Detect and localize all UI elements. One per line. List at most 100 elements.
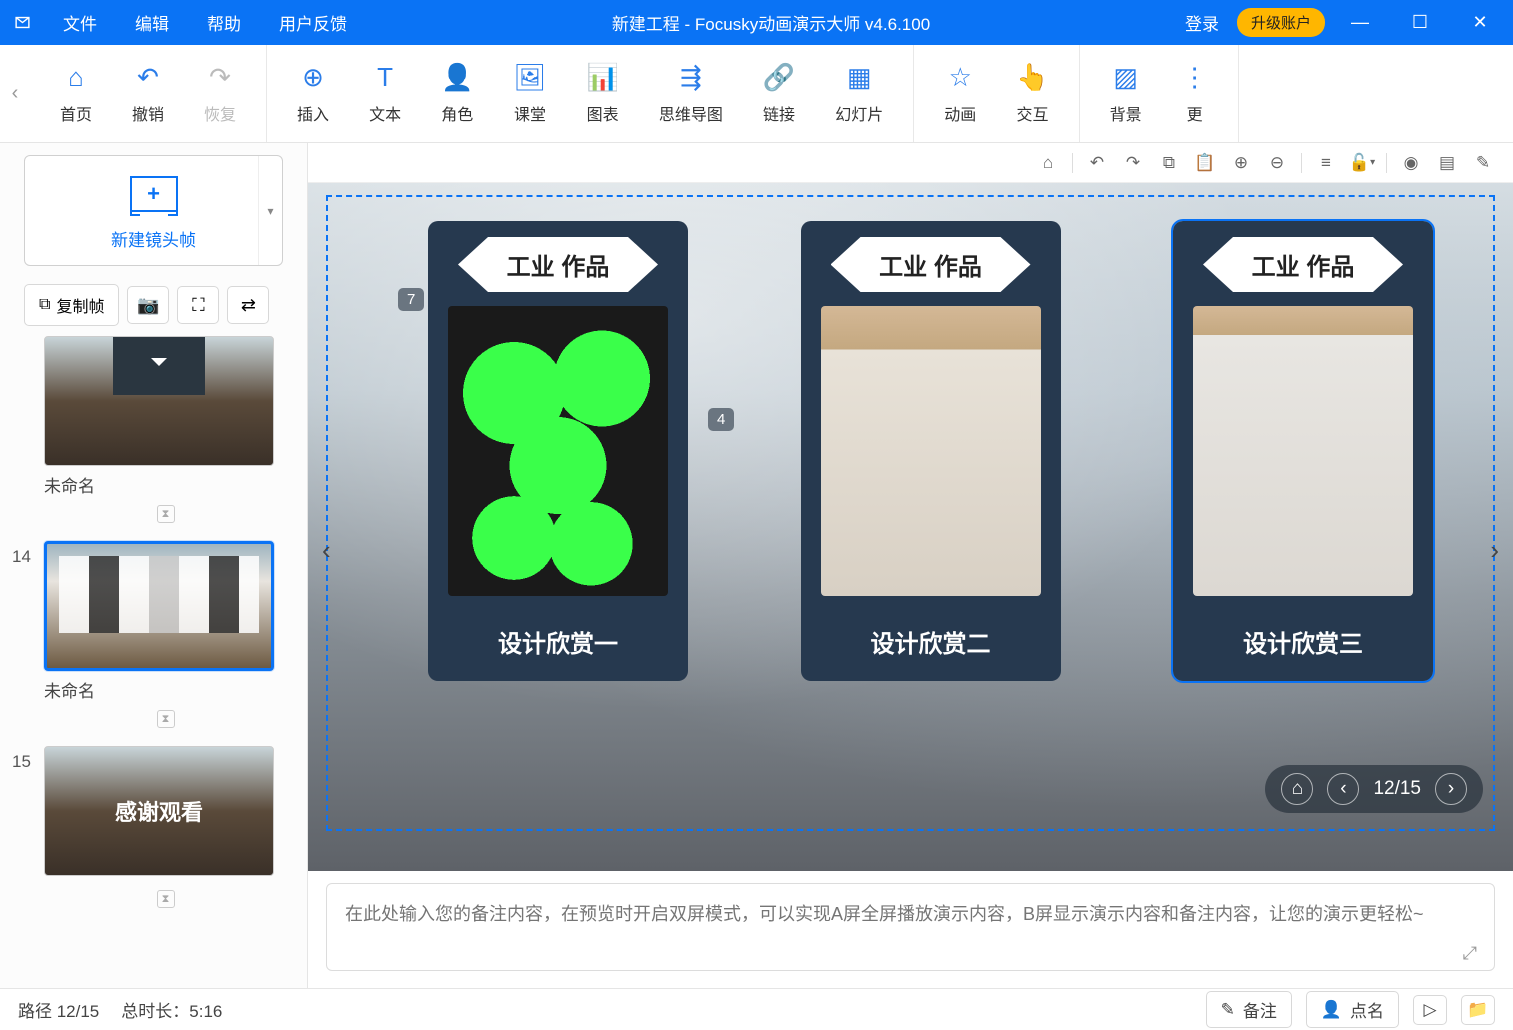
home-icon: ⌂	[68, 63, 84, 93]
scan-button[interactable]: ⛶	[177, 286, 219, 324]
notes-expand-button[interactable]: ⤢	[1463, 943, 1477, 964]
hourglass-icon[interactable]: ⧗	[157, 890, 175, 908]
snapshot-icon: ◉	[1404, 153, 1419, 173]
play-button[interactable]: ▷	[1413, 995, 1447, 1025]
role-icon: 👤	[441, 63, 473, 93]
slide-name: 未命名	[44, 671, 287, 706]
card-caption: 设计欣赏三	[1173, 610, 1433, 681]
home-view-button[interactable]: ⌂	[1032, 149, 1064, 177]
swap-button[interactable]: ⇄	[227, 286, 269, 324]
design-card-2[interactable]: 工业 作品 设计欣赏二	[801, 221, 1061, 681]
menu-edit[interactable]: 编辑	[117, 10, 187, 35]
copy-frame-button[interactable]: ⧉ 复制帧	[24, 284, 119, 326]
copy-icon: ⧉	[1163, 153, 1175, 173]
edit-icon: ✎	[1476, 153, 1490, 173]
menu-file[interactable]: 文件	[45, 10, 115, 35]
main-toolbar: ‹ ⌂首页↶撤销↷恢复⊕插入T文本👤角色🖼课堂📊图表⇶思维导图🔗链接▦幻灯片☆动…	[0, 45, 1513, 143]
interact-icon: 👆	[1016, 63, 1048, 93]
canvas-viewport[interactable]: 7 4 工业 作品 设计欣赏一工业 作品 设计欣赏二工业 作品 设计欣赏三 ‹ …	[308, 183, 1513, 871]
snapshot-button[interactable]: ◉	[1395, 149, 1427, 177]
zoom-in-button[interactable]: ⊕	[1225, 149, 1257, 177]
align-icon: ≡	[1321, 153, 1331, 173]
notes-input[interactable]	[326, 883, 1495, 971]
new-frame-button[interactable]: + 新建镜头帧 ▾	[24, 155, 283, 266]
design-card-3[interactable]: 工业 作品 设计欣赏三	[1173, 221, 1433, 681]
paste-button[interactable]: 📋	[1189, 149, 1221, 177]
tool-home[interactable]: ⌂首页	[40, 63, 112, 125]
slide-thumbnail[interactable]	[44, 336, 274, 466]
minimize-button[interactable]: —	[1335, 0, 1385, 45]
design-card-1[interactable]: 工业 作品 设计欣赏一	[428, 221, 688, 681]
notes-toggle-button[interactable]: ✎ 备注	[1206, 991, 1292, 1028]
status-path: 路径 12/15	[18, 997, 99, 1022]
text-icon: T	[377, 63, 393, 93]
home-icon: ⌂	[1292, 778, 1303, 800]
tool-bg[interactable]: ▨背景	[1090, 63, 1162, 125]
card-title: 工业 作品	[1203, 237, 1403, 292]
tool-label: 更	[1187, 101, 1203, 125]
zoom-out-button[interactable]: ⊖	[1261, 149, 1293, 177]
lock-button[interactable]: 🔓▾	[1346, 149, 1378, 177]
hourglass-icon[interactable]: ⧗	[157, 505, 175, 523]
tool-label: 图表	[587, 101, 619, 125]
canvas-toolbar: ⌂ ↶ ↷ ⧉ 📋 ⊕ ⊖ ≡ 🔓▾ ◉ ▤ ✎	[308, 143, 1513, 183]
tool-slide[interactable]: ▦幻灯片	[815, 63, 903, 125]
tool-label: 文本	[369, 101, 401, 125]
rollcall-button[interactable]: 👤 点名	[1306, 991, 1399, 1028]
rotate-left-button[interactable]: ↶	[1081, 149, 1113, 177]
titlebar: 文件 编辑 帮助 用户反馈 新建工程 - Focusky动画演示大师 v4.6.…	[0, 0, 1513, 45]
bg-icon: ▨	[1113, 63, 1138, 93]
login-link[interactable]: 登录	[1177, 10, 1227, 35]
menu-help[interactable]: 帮助	[189, 10, 259, 35]
window-title: 新建工程 - Focusky动画演示大师 v4.6.100	[365, 10, 1177, 35]
rotate-right-button[interactable]: ↷	[1117, 149, 1149, 177]
tool-role[interactable]: 👤角色	[421, 63, 493, 125]
tool-chart[interactable]: 📊图表	[566, 63, 638, 125]
slides-list[interactable]: 未命名 ⧗ 14 未命名 ⧗ 15 感谢观看 ⧗	[0, 336, 307, 988]
close-button[interactable]: ✕	[1455, 0, 1505, 45]
edit-button[interactable]: ✎	[1467, 149, 1499, 177]
frame-badge-7[interactable]: 7	[398, 288, 424, 311]
nav-next-button[interactable]: ›	[1435, 773, 1467, 805]
anim-icon: ☆	[949, 63, 972, 93]
tool-link[interactable]: 🔗链接	[743, 63, 815, 125]
camera-icon: 📷	[137, 295, 159, 316]
scan-icon: ⛶	[192, 295, 205, 316]
slide-thumbnail[interactable]: 感谢观看	[44, 746, 274, 876]
home-icon: ⌂	[1043, 153, 1053, 173]
copy-icon: ⧉	[39, 296, 50, 314]
slide-thumbnail[interactable]	[44, 541, 274, 671]
card-image	[448, 306, 668, 596]
toolbar-scroll-left[interactable]: ‹	[0, 82, 30, 105]
folder-button[interactable]: 📁	[1461, 995, 1495, 1025]
zoom-out-icon: ⊖	[1270, 153, 1284, 173]
tool-class[interactable]: 🖼课堂	[493, 63, 566, 125]
maximize-button[interactable]: ☐	[1395, 0, 1445, 45]
rollcall-label: 点名	[1350, 997, 1384, 1022]
tool-text[interactable]: T 文本	[349, 63, 421, 125]
upgrade-button[interactable]: 升级账户	[1237, 8, 1325, 37]
layers-button[interactable]: ▤	[1431, 149, 1463, 177]
hourglass-icon[interactable]: ⧗	[157, 710, 175, 728]
copy-button[interactable]: ⧉	[1153, 149, 1185, 177]
menu-feedback[interactable]: 用户反馈	[261, 10, 365, 35]
tool-label: 思维导图	[659, 101, 723, 125]
canvas-prev-arrow[interactable]: ‹	[314, 527, 339, 574]
tool-mindmap[interactable]: ⇶思维导图	[639, 63, 743, 125]
tool-interact[interactable]: 👆交互	[996, 63, 1068, 125]
slide-name	[44, 876, 287, 886]
more-icon: ⋮	[1182, 63, 1208, 93]
canvas-next-arrow[interactable]: ›	[1482, 527, 1507, 574]
tool-undo[interactable]: ↶撤销	[112, 63, 184, 125]
tool-more[interactable]: ⋮更	[1162, 63, 1228, 125]
canvas-nav-bar: ⌂ ‹ 12/15 ›	[1265, 765, 1483, 813]
new-frame-dropdown[interactable]: ▾	[258, 156, 282, 265]
nav-prev-button[interactable]: ‹	[1327, 773, 1359, 805]
align-button[interactable]: ≡	[1310, 149, 1342, 177]
rollcall-icon: 👤	[1321, 1000, 1342, 1020]
camera-button[interactable]: 📷	[127, 286, 169, 324]
tool-plus-circle[interactable]: ⊕插入	[277, 63, 349, 125]
status-duration: 总时长：5:16	[121, 997, 222, 1022]
tool-anim[interactable]: ☆动画	[924, 63, 996, 125]
nav-home-button[interactable]: ⌂	[1281, 773, 1313, 805]
